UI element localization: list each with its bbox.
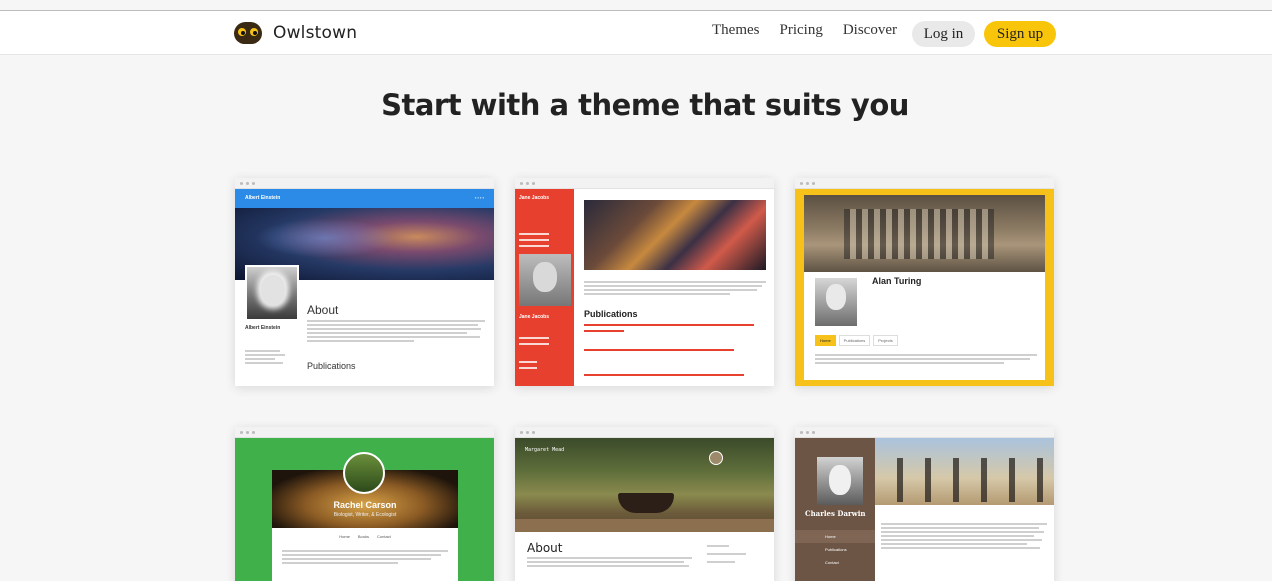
theme-preview-body-text: [815, 354, 1037, 366]
carson-avatar-image: [343, 452, 385, 494]
theme-preview-red-sidebar: Jane Jacobs Jane Jacobs: [515, 189, 574, 386]
theme-preview-tabs: Home Books Contact: [272, 534, 458, 539]
theme-preview-menu: Home Publications Contact: [795, 530, 875, 569]
theme-preview-body-text: [527, 557, 692, 569]
theme-preview-tab-books: Books: [357, 534, 369, 539]
theme-preview-publications-heading: Publications: [307, 361, 356, 371]
theme-preview-profile-name: Alan Turing: [872, 276, 922, 286]
nav-discover-link[interactable]: Discover: [843, 22, 897, 39]
publication-link: [584, 349, 734, 351]
owl-logo-icon: [233, 20, 263, 46]
top-navbar: Owlstown Themes Pricing Discover Log in …: [0, 11, 1272, 55]
nav-links: Themes Pricing Discover: [712, 22, 917, 39]
theme-preview-body-text: [307, 320, 485, 344]
theme-card-mead[interactable]: Margaret Mead About: [515, 427, 774, 581]
theme-preview-tab-home: Home: [815, 335, 836, 346]
theme-preview-tab-home: Home: [339, 534, 350, 539]
theme-preview-navbar: Albert Einstein ▪ ▪ ▪ ▪: [235, 189, 494, 208]
nav-themes-link[interactable]: Themes: [712, 22, 759, 39]
theme-preview-name: Jane Jacobs: [519, 195, 550, 201]
brand-logo-link[interactable]: Owlstown: [233, 20, 357, 46]
darwin-portrait-image: [817, 457, 863, 505]
theme-preview-profile-name: Rachel Carson: [333, 500, 397, 510]
einstein-portrait-image: [245, 265, 299, 321]
theme-card-einstein[interactable]: Albert Einstein ▪ ▪ ▪ ▪ About Albert Ein…: [235, 178, 494, 386]
theme-preview-menu-contact: Contact: [825, 560, 839, 565]
theme-preview-subtitle: Biologist, Writer, & Ecologist: [333, 512, 397, 518]
theme-preview-profile-name: Jane Jacobs: [519, 314, 550, 320]
theme-preview-name: Albert Einstein: [245, 195, 281, 201]
theme-preview-tab-publications: Publications: [838, 335, 871, 346]
theme-preview-tab-contact: Contact: [377, 534, 391, 539]
theme-preview-menu: [707, 545, 762, 565]
theme-preview-menu: ▪ ▪ ▪ ▪: [474, 195, 484, 200]
brand-name: Owlstown: [273, 23, 358, 43]
theme-preview-name: Margaret Mead: [525, 447, 565, 453]
theme-preview-menu-publications: Publications: [825, 547, 847, 552]
theme-preview-tabs: Home Publications Projects: [815, 335, 898, 346]
window-dots: [515, 427, 774, 438]
theme-preview-menu-home: Home: [795, 530, 875, 543]
theme-preview-sidebar-text: [245, 338, 295, 366]
theme-preview-tab-projects: Projects: [873, 335, 898, 346]
nav-pricing-link[interactable]: Pricing: [779, 22, 822, 39]
theme-card-darwin[interactable]: Charles Darwin Home Publications Contact: [795, 427, 1054, 581]
window-dots: [515, 178, 774, 189]
computer-cover-image: [804, 195, 1045, 278]
theme-preview-about-heading: About: [307, 303, 339, 317]
publication-link: [584, 374, 744, 376]
window-dots: [235, 427, 494, 438]
theme-preview-profile-name: Albert Einstein: [245, 325, 281, 331]
theme-preview-profile-name: Charles Darwin: [805, 509, 866, 518]
publication-link: [584, 324, 754, 326]
theme-preview-body-text: [881, 523, 1047, 551]
bowl-shape: [618, 493, 674, 513]
theme-card-turing[interactable]: Alan Turing Home Publications Projects: [795, 178, 1054, 386]
window-dots: [795, 427, 1054, 438]
theme-preview-body-text: [282, 550, 448, 566]
publication-link: [584, 330, 624, 332]
turing-portrait-image: [815, 278, 857, 326]
theme-card-jacobs[interactable]: Jane Jacobs Jane Jacobs Publications: [515, 178, 774, 386]
theme-preview-publications-heading: Publications: [584, 309, 638, 319]
jacobs-portrait-image: [519, 254, 571, 306]
evolution-cover-image: [875, 438, 1054, 505]
page-headline: Start with a theme that suits you: [381, 88, 909, 122]
window-dots: [795, 178, 1054, 189]
mead-avatar-image: [709, 451, 723, 465]
signup-button[interactable]: Sign up: [984, 21, 1056, 47]
cover-table-surface: [515, 519, 774, 532]
login-button[interactable]: Log in: [912, 21, 975, 47]
theme-preview-body-text: [584, 281, 766, 297]
street-cover-image: [584, 200, 766, 270]
theme-card-carson[interactable]: Rachel Carson Biologist, Writer, & Ecolo…: [235, 427, 494, 581]
theme-preview-about-heading: About: [527, 541, 563, 555]
window-dots: [235, 178, 494, 189]
